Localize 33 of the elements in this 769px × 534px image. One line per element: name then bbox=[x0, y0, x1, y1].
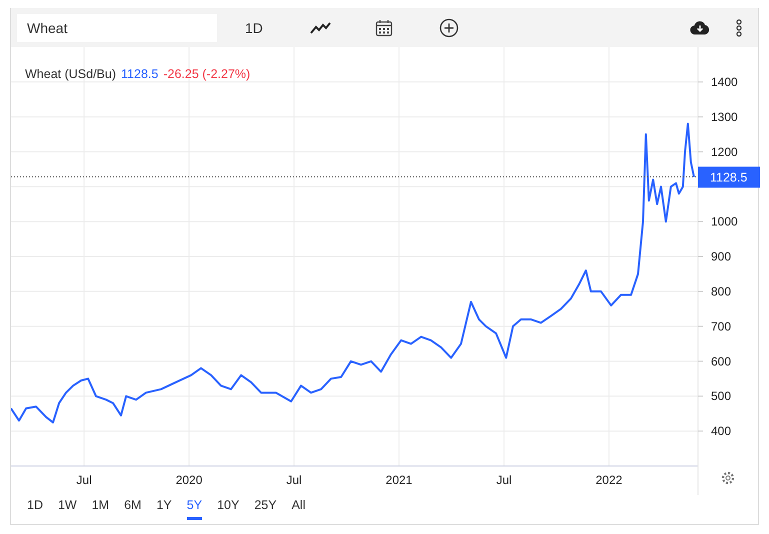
x-axis-label: Jul bbox=[286, 473, 302, 487]
x-axis-label: 2022 bbox=[596, 473, 622, 487]
y-axis-label: 1200 bbox=[711, 144, 738, 159]
current-price-label: 1128.5 bbox=[698, 166, 760, 188]
interval-button[interactable]: 1D bbox=[239, 16, 269, 40]
y-axis-label: 900 bbox=[711, 250, 732, 264]
y-axis-label: 1300 bbox=[711, 110, 738, 124]
y-axis-label: 800 bbox=[711, 284, 732, 298]
y-axis-label: 500 bbox=[711, 389, 732, 404]
ref-line-label: 1128.5 bbox=[710, 170, 748, 185]
range-tab[interactable]: 1D bbox=[27, 495, 43, 520]
x-axis-label: 2020 bbox=[176, 473, 202, 487]
y-axis-label: 400 bbox=[711, 424, 732, 438]
y-axis-label: 600 bbox=[711, 354, 732, 368]
instrument-name: Wheat (USd/Bu) bbox=[25, 67, 116, 81]
x-axis-label: Jul bbox=[496, 473, 512, 487]
price-change: -26.25 (-2.27%) bbox=[163, 67, 250, 81]
y-axis-label: 700 bbox=[711, 319, 732, 334]
last-price: 1128.5 bbox=[121, 67, 158, 81]
range-tab[interactable]: 1W bbox=[58, 495, 77, 520]
range-tab[interactable]: 10Y bbox=[217, 495, 240, 520]
range-tab[interactable]: 6M bbox=[124, 495, 142, 520]
range-tab[interactable]: 25Y bbox=[254, 495, 277, 520]
range-tab[interactable]: 5Y bbox=[186, 495, 202, 520]
y-axis-label: 1400 bbox=[711, 74, 738, 89]
x-axis-label: Jul bbox=[76, 473, 92, 487]
x-axis-label: 2021 bbox=[386, 473, 412, 487]
range-tab[interactable]: 1Y bbox=[156, 495, 172, 520]
y-axis-label: 1000 bbox=[711, 214, 738, 229]
search-field[interactable]: Wheat bbox=[17, 14, 217, 42]
range-tab[interactable]: All bbox=[292, 495, 306, 520]
range-tab[interactable]: 1M bbox=[92, 495, 110, 520]
settings-icon[interactable] bbox=[722, 472, 734, 484]
